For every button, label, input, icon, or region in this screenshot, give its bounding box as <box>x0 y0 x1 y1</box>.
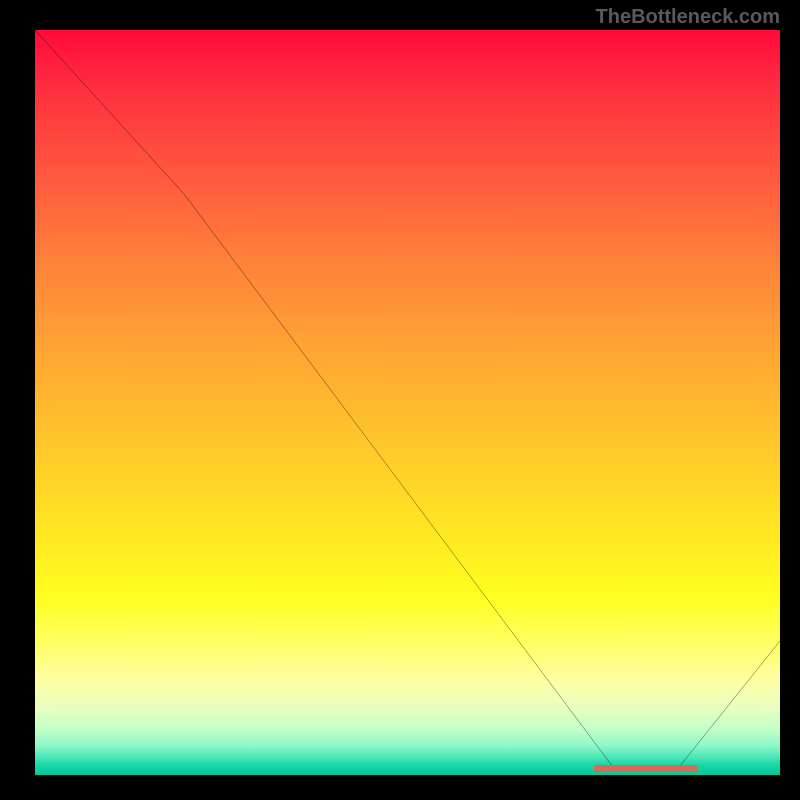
curve-path <box>35 30 780 771</box>
optimal-range-marker <box>594 765 698 772</box>
bottleneck-curve <box>35 30 780 775</box>
chart-plot-area <box>35 30 780 775</box>
watermark-text: TheBottleneck.com <box>596 6 780 29</box>
